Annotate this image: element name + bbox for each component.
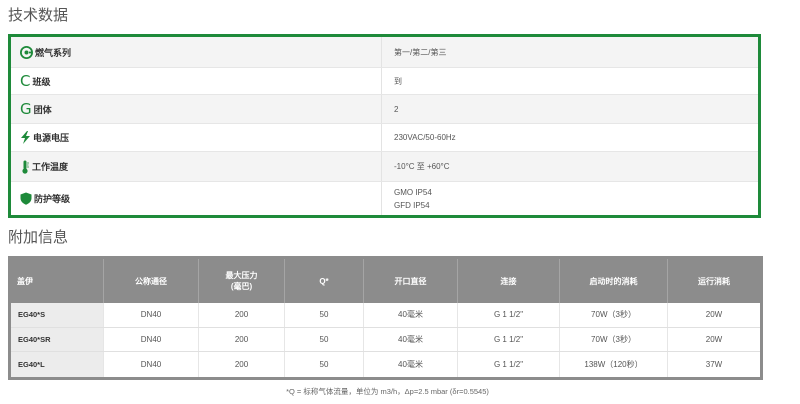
table-cell: 40毫米: [364, 327, 458, 352]
table-cell: EG40*SR: [11, 327, 104, 352]
table-cell: 70W（3秒）: [560, 303, 668, 327]
spec-label: 电源电压: [33, 133, 70, 143]
spec-value-cell: 2: [382, 95, 758, 123]
table-cell: 20W: [705, 334, 723, 344]
table-cell: G 1 1/2": [458, 352, 560, 377]
group-letter-g-icon: G: [20, 99, 32, 118]
spec-row-temperature: 工作温度 -10°C 至 +60°C: [11, 152, 758, 182]
spec-row-gas-series: 燃气系列 第一/第二/第三: [11, 37, 758, 68]
spec-label-cell: 防护等级: [11, 182, 382, 215]
table-cell: G 1 1/2": [458, 327, 560, 352]
table-cell: 70W（3秒）: [560, 327, 668, 352]
spec-label-cell: C 班级: [11, 68, 382, 94]
table-cell: G 1 1/2": [458, 303, 560, 327]
column-header: 开口直径: [364, 259, 458, 303]
column-header: 启动时的消耗: [560, 259, 668, 303]
spec-label: 防护等级: [34, 194, 71, 204]
spec-row-protection: 防护等级 GMO IP54 GFD IP54: [11, 182, 758, 215]
spec-label: 团体: [33, 104, 52, 115]
column-header: 连接: [458, 259, 560, 303]
spec-value: 2: [394, 104, 399, 114]
spec-value-cell: 到: [382, 68, 758, 94]
table-row: EG40*S DN40 200 50 40毫米 G 1 1/2" 70W（3秒）…: [11, 303, 760, 328]
spec-value-cell: 第一/第二/第三: [382, 37, 758, 67]
spec-value-cell: 230VAC/50-60Hz: [382, 124, 758, 151]
spec-value: GFD IP54: [394, 200, 430, 210]
spec-value-cell: -10°C 至 +60°C: [382, 152, 758, 181]
spec-value: -10°C 至 +60°C: [394, 162, 450, 171]
table-cell: 20W: [705, 310, 723, 320]
table-cell: 200: [199, 352, 285, 377]
table-cell: 50: [285, 303, 364, 327]
lightning-bolt-icon: [20, 131, 31, 144]
gas-series-icon: [20, 45, 33, 59]
table-cell: 40毫米: [364, 303, 458, 327]
table-cell: 40毫米: [364, 352, 458, 377]
product-table: 盖伊 公称通径 最大压力 (毫巴) Q* 开口直径 连接 启动时的消耗 运行消耗…: [8, 256, 763, 380]
thermometer-icon: [20, 160, 30, 174]
spec-row-class: C 班级 到: [11, 68, 758, 95]
table-cell: 37W: [705, 359, 723, 369]
table-header-row: 盖伊 公称通径 最大压力 (毫巴) Q* 开口直径 连接 启动时的消耗 运行消耗: [11, 259, 760, 303]
table-row: EG40*L DN40 200 50 40毫米 G 1 1/2" 138W（12…: [11, 352, 760, 377]
tech-data-title: 技术数据: [8, 6, 69, 24]
spec-row-voltage: 电源电压 230VAC/50-60Hz: [11, 124, 758, 152]
spec-label-cell: 燃气系列: [11, 37, 382, 67]
spec-label-cell: 电源电压: [11, 124, 382, 151]
spec-value: 230VAC/50-60Hz: [394, 133, 456, 142]
table-cell: 138W（120秒）: [560, 352, 668, 377]
table-cell: DN40: [104, 303, 199, 327]
table-cell: 50: [285, 352, 364, 377]
spec-value: 第一/第二/第三: [394, 47, 447, 57]
table-cell: DN40: [104, 352, 199, 377]
table-body: EG40*S DN40 200 50 40毫米 G 1 1/2" 70W（3秒）…: [11, 303, 760, 377]
spec-value: 到: [394, 76, 402, 86]
spec-panel: 燃气系列 第一/第二/第三 C 班级 到 G 团体 2 电源电压 230VAC/…: [8, 34, 761, 218]
spec-label: 班级: [32, 76, 51, 87]
column-header: Q*: [285, 259, 364, 303]
spec-label: 燃气系列: [35, 47, 72, 58]
spec-row-group: G 团体 2: [11, 95, 758, 124]
spec-label: 工作温度: [32, 162, 69, 172]
table-cell: 200: [199, 327, 285, 352]
column-header: 运行消耗: [698, 276, 730, 286]
table-cell: DN40: [104, 327, 199, 352]
spec-label-cell: G 团体: [11, 95, 382, 123]
table-cell: EG40*S: [11, 303, 104, 327]
spec-label-cell: 工作温度: [11, 152, 382, 181]
class-letter-c-icon: C: [20, 71, 31, 90]
spec-value-cell: GMO IP54 GFD IP54: [382, 182, 758, 215]
table-cell: 200: [199, 303, 285, 327]
table-cell: EG40*L: [11, 352, 104, 377]
column-header: 最大压力 (毫巴): [199, 259, 285, 303]
additional-info-title: 附加信息: [8, 228, 69, 246]
spec-value: GMO IP54: [394, 187, 432, 197]
table-cell: 50: [285, 327, 364, 352]
shield-icon: [20, 192, 32, 205]
column-header: 盖伊: [11, 259, 104, 303]
footnote: *Q = 标称气体流量，单位为 m3/h，Δp=2.5 mbar (δr=0.5…: [286, 387, 489, 396]
table-row: EG40*SR DN40 200 50 40毫米 G 1 1/2" 70W（3秒…: [11, 327, 760, 353]
column-header: 公称通径: [104, 259, 199, 303]
